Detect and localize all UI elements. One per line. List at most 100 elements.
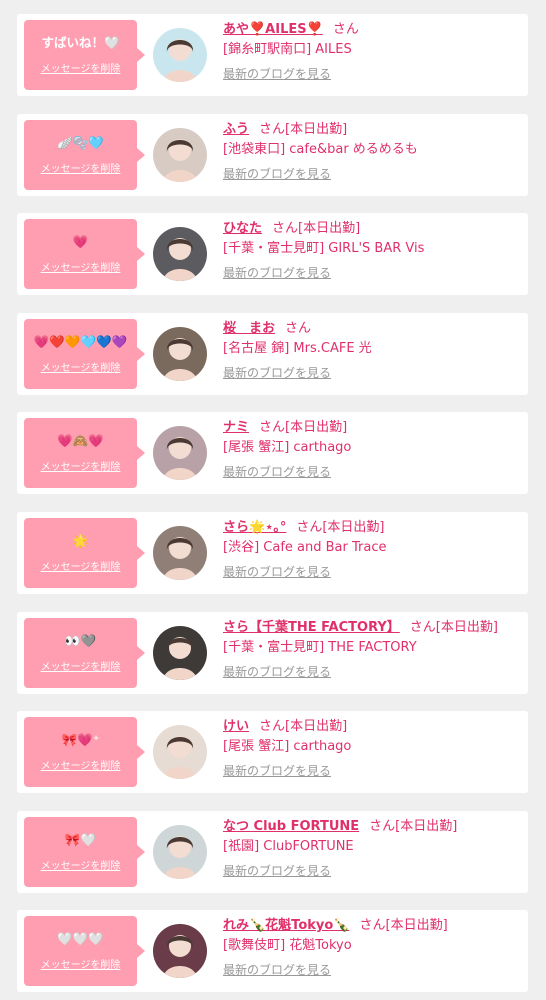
cast-info: さら🌟⋆｡° さん[本日出勤] [渋谷] Cafe and Bar Trace 最… [223, 518, 522, 580]
latest-blog-link[interactable]: 最新のブログを見る [223, 464, 331, 480]
message-text: 🎀🤍 [64, 832, 97, 847]
shop-label: [渋谷] Cafe and Bar Trace [223, 540, 387, 555]
message-bubble: すばいね！🤍 メッセージを削除 [24, 20, 145, 90]
delete-message-link[interactable]: メッセージを削除 [24, 263, 137, 275]
delete-message-link[interactable]: メッセージを削除 [24, 64, 137, 76]
profile-photo-icon [153, 128, 207, 182]
cast-info: なつ Club FORTUNE さん[本日出勤] [祇園] ClubFORTUNE… [223, 817, 522, 879]
message-text: 🤍🤍🤍 [57, 931, 104, 946]
list-item: 🪽🫧🩵 メッセージを削除 ふう さん[本日出勤] [池袋東口] cafe&bar … [17, 114, 528, 196]
cast-info: れみ🍾花魁Tokyo🍾 さん[本日出勤] [歌舞伎町] 花魁Tokyo 最新のブロ… [223, 916, 522, 978]
avatar[interactable] [153, 526, 207, 580]
list-item: 🤍🤍🤍 メッセージを削除 れみ🍾花魁Tokyo🍾 さん[本日出勤] [歌舞伎町] … [17, 910, 528, 992]
delete-message-link[interactable]: メッセージを削除 [24, 462, 137, 474]
delete-message-link[interactable]: メッセージを削除 [24, 861, 137, 873]
latest-blog-link[interactable]: 最新のブログを見る [223, 664, 331, 680]
list-item: 👀🩶 メッセージを削除 さら【千葉THE FACTORY】 さん[本日出勤] [千… [17, 612, 528, 694]
delete-message-link[interactable]: メッセージを削除 [24, 363, 137, 375]
message-text: 💗 [72, 234, 89, 249]
cast-status: さん[本日出勤] [259, 122, 348, 137]
message-bubble: 💗❤️🧡🩵💙💜 メッセージを削除 [24, 319, 145, 389]
profile-photo-icon [153, 825, 207, 879]
message-text: 👀🩶 [64, 633, 97, 648]
latest-blog-link[interactable]: 最新のブログを見る [223, 763, 331, 779]
cast-name-link[interactable]: あや❣️AILES❣️ [223, 22, 323, 37]
list-item: 💗🙈💗 メッセージを削除 ナミ さん[本日出勤] [尾張 蟹江] carthago… [17, 412, 528, 494]
shop-label: [祇園] ClubFORTUNE [223, 839, 354, 854]
latest-blog-link[interactable]: 最新のブログを見る [223, 564, 331, 580]
cast-status: さん [285, 321, 312, 336]
list-item: 🎀💗⁺ メッセージを削除 けい さん[本日出勤] [尾張 蟹江] carthago… [17, 711, 528, 793]
cast-status: さん[本日出勤] [259, 719, 348, 734]
shop-label: [尾張 蟹江] carthago [223, 440, 352, 455]
message-bubble: 🪽🫧🩵 メッセージを削除 [24, 120, 145, 190]
latest-blog-link[interactable]: 最新のブログを見る [223, 962, 331, 978]
shop-label: [名古屋 錦] Mrs.CAFE 光 [223, 341, 372, 356]
message-bubble: 👀🩶 メッセージを削除 [24, 618, 145, 688]
cast-name-link[interactable]: れみ🍾花魁Tokyo🍾 [223, 918, 350, 933]
cast-status: さん[本日出勤] [369, 819, 458, 834]
list-item: 💗 メッセージを削除 ひなた さん[本日出勤] [千葉・富士見町] GIRL'S … [17, 213, 528, 295]
cast-status: さん[本日出勤] [296, 520, 385, 535]
list-item: すばいね！🤍 メッセージを削除 あや❣️AILES❣️ さん [錦糸町駅南口] A… [17, 14, 528, 96]
cast-name-link[interactable]: さら🌟⋆｡° [223, 520, 286, 535]
list-item: 🎀🤍 メッセージを削除 なつ Club FORTUNE さん[本日出勤] [祇園]… [17, 811, 528, 893]
message-text: 🌟 [72, 533, 89, 548]
latest-blog-link[interactable]: 最新のブログを見る [223, 66, 331, 82]
latest-blog-link[interactable]: 最新のブログを見る [223, 265, 331, 281]
cast-name-link[interactable]: ふう [223, 122, 249, 137]
latest-blog-link[interactable]: 最新のブログを見る [223, 863, 331, 879]
cast-name-link[interactable]: けい [223, 719, 249, 734]
avatar[interactable] [153, 725, 207, 779]
message-text: 💗🙈💗 [57, 433, 104, 448]
profile-photo-icon [153, 924, 207, 978]
cast-status: さん [332, 22, 359, 37]
avatar[interactable] [153, 28, 207, 82]
cast-info: さら【千葉THE FACTORY】 さん[本日出勤] [千葉・富士見町] THE … [223, 618, 522, 680]
message-bubble: 💗🙈💗 メッセージを削除 [24, 418, 145, 488]
profile-photo-icon [153, 327, 207, 381]
cast-status: さん[本日出勤] [409, 620, 498, 635]
avatar[interactable] [153, 825, 207, 879]
cast-name-link[interactable]: なつ Club FORTUNE [223, 819, 359, 834]
avatar[interactable] [153, 426, 207, 480]
avatar[interactable] [153, 626, 207, 680]
cast-info: あや❣️AILES❣️ さん [錦糸町駅南口] AILES 最新のブログを見る [223, 20, 522, 82]
shop-label: [千葉・富士見町] GIRL'S BAR Vis [223, 241, 425, 256]
delete-message-link[interactable]: メッセージを削除 [24, 662, 137, 674]
message-text: 🪽🫧🩵 [57, 135, 104, 150]
cast-info: ふう さん[本日出勤] [池袋東口] cafe&bar めるめるも 最新のブログを… [223, 120, 522, 182]
shop-label: [尾張 蟹江] carthago [223, 739, 352, 754]
cast-name-link[interactable]: 桜 まお [223, 321, 275, 336]
latest-blog-link[interactable]: 最新のブログを見る [223, 166, 331, 182]
cast-info: けい さん[本日出勤] [尾張 蟹江] carthago 最新のブログを見る [223, 717, 522, 779]
delete-message-link[interactable]: メッセージを削除 [24, 164, 137, 176]
avatar[interactable] [153, 327, 207, 381]
cast-name-link[interactable]: ひなた [223, 221, 262, 236]
list-item: 💗❤️🧡🩵💙💜 メッセージを削除 桜 まお さん [名古屋 錦] Mrs.CAFE… [17, 313, 528, 395]
shop-label: [歌舞伎町] 花魁Tokyo [223, 938, 352, 953]
message-bubble: 🎀💗⁺ メッセージを削除 [24, 717, 145, 787]
list-item: 🌟 メッセージを削除 さら🌟⋆｡° さん[本日出勤] [渋谷] Cafe and … [17, 512, 528, 594]
latest-blog-link[interactable]: 最新のブログを見る [223, 365, 331, 381]
message-bubble: 🤍🤍🤍 メッセージを削除 [24, 916, 145, 986]
shop-label: [池袋東口] cafe&bar めるめるも [223, 142, 418, 157]
shop-label: [錦糸町駅南口] AILES [223, 42, 352, 57]
message-bubble: 🌟 メッセージを削除 [24, 518, 145, 588]
favorites-list: すばいね！🤍 メッセージを削除 あや❣️AILES❣️ さん [錦糸町駅南口] A… [0, 0, 546, 992]
cast-name-link[interactable]: さら【千葉THE FACTORY】 [223, 620, 400, 635]
cast-name-link[interactable]: ナミ [223, 420, 249, 435]
profile-photo-icon [153, 227, 207, 281]
delete-message-link[interactable]: メッセージを削除 [24, 562, 137, 574]
profile-photo-icon [153, 28, 207, 82]
delete-message-link[interactable]: メッセージを削除 [24, 960, 137, 972]
message-bubble: 💗 メッセージを削除 [24, 219, 145, 289]
message-text: 💗❤️🧡🩵💙💜 [33, 334, 128, 349]
profile-photo-icon [153, 426, 207, 480]
cast-status: さん[本日出勤] [259, 420, 348, 435]
delete-message-link[interactable]: メッセージを削除 [24, 761, 137, 773]
cast-info: 桜 まお さん [名古屋 錦] Mrs.CAFE 光 最新のブログを見る [223, 319, 522, 381]
avatar[interactable] [153, 128, 207, 182]
avatar[interactable] [153, 227, 207, 281]
avatar[interactable] [153, 924, 207, 978]
